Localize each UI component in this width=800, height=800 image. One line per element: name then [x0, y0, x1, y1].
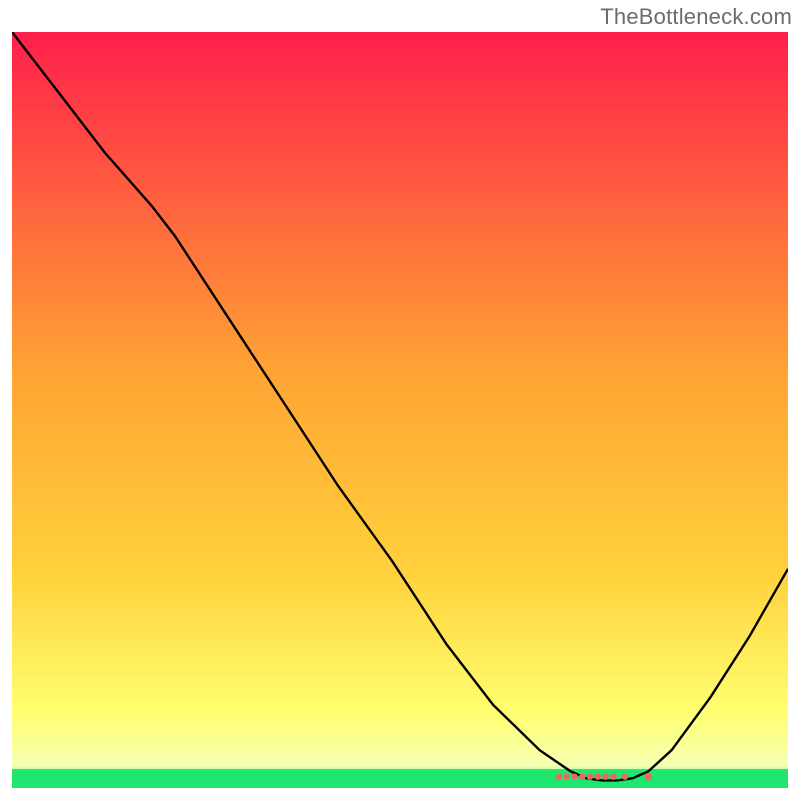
- marker-dot: [595, 774, 601, 780]
- gradient-background: [12, 32, 788, 788]
- marker-dot: [610, 774, 616, 780]
- marker-dot: [579, 774, 585, 780]
- green-bottom-band: [12, 769, 788, 788]
- watermark-text: TheBottleneck.com: [600, 4, 792, 30]
- plot-area: [12, 32, 788, 788]
- marker-dot: [587, 774, 593, 780]
- marker-dot: [571, 774, 577, 780]
- marker-dot: [602, 774, 608, 780]
- marker-dot: [556, 774, 562, 780]
- marker-dot: [645, 773, 653, 781]
- marker-dot: [622, 774, 628, 780]
- marker-dot: [564, 774, 570, 780]
- bottleneck-chart: [12, 32, 788, 788]
